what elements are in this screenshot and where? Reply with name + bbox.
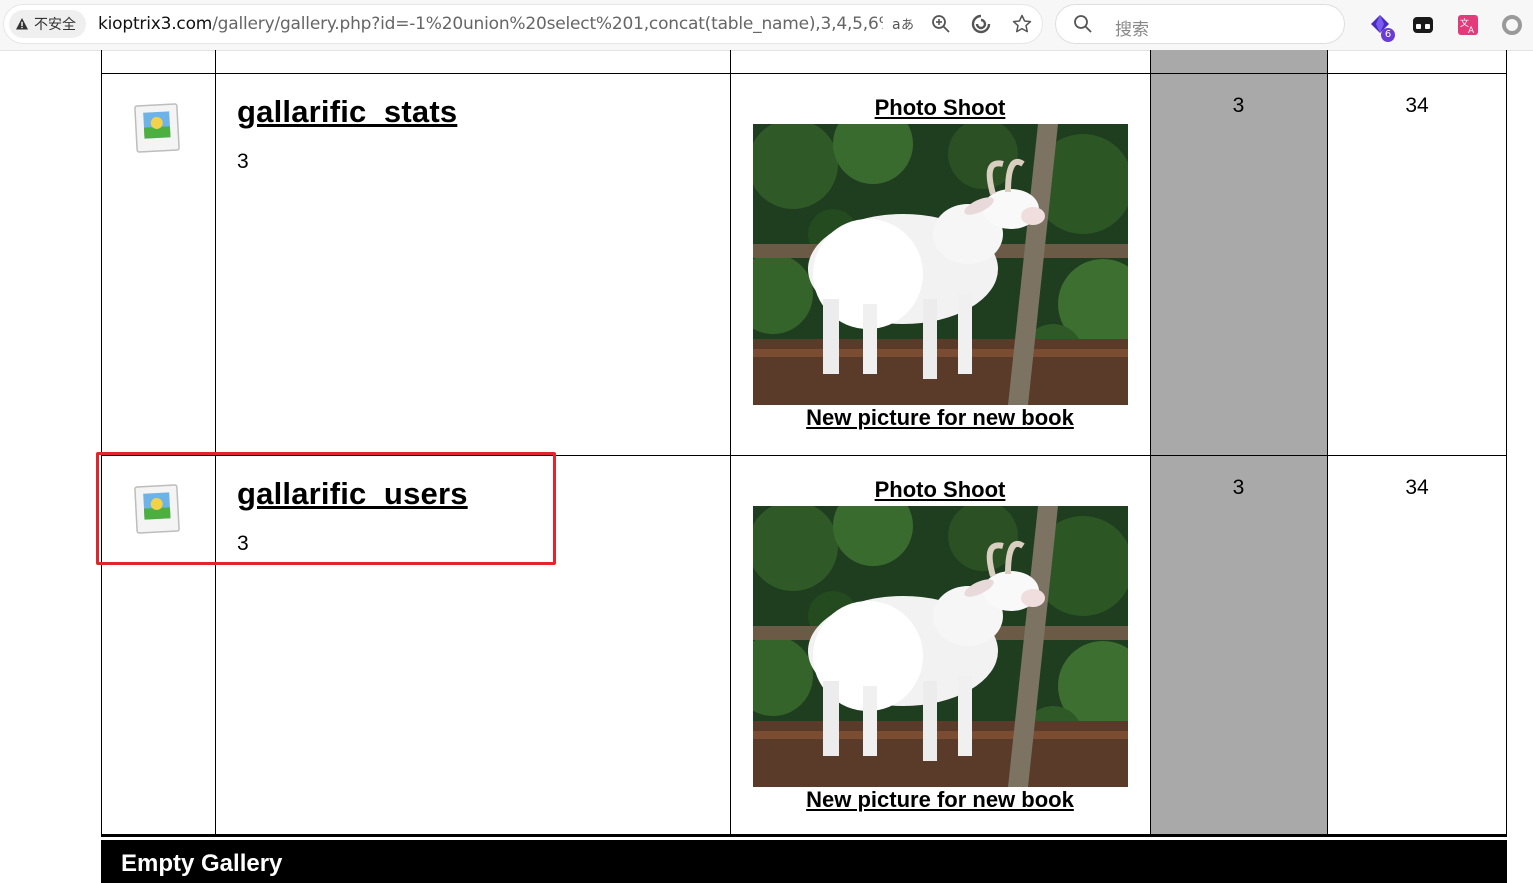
- table-border: [1327, 50, 1328, 837]
- translate-extension-icon[interactable]: 文A: [1456, 13, 1480, 37]
- album-link[interactable]: Photo Shoot: [730, 95, 1150, 121]
- table-border: [215, 50, 216, 837]
- image-placeholder-icon[interactable]: [133, 102, 181, 154]
- search-input[interactable]: 搜索: [1055, 4, 1345, 44]
- refresh-site-icon[interactable]: [970, 13, 992, 35]
- svg-text:A: A: [1468, 26, 1475, 36]
- svg-text:あ: あ: [901, 18, 913, 33]
- row-value-cell: 3: [1232, 94, 1245, 117]
- security-label: 不安全: [34, 17, 76, 33]
- url-host: kioptrix3.com: [98, 14, 213, 34]
- url-text[interactable]: kioptrix3.com/gallery/gallery.php?id=-1%…: [98, 14, 883, 34]
- security-indicator[interactable]: 不安全: [9, 10, 86, 38]
- warning-icon: [16, 18, 28, 30]
- favorite-star-icon[interactable]: [1011, 13, 1033, 35]
- table-border: [1506, 50, 1507, 837]
- row-count: 3: [237, 150, 249, 173]
- address-bar[interactable]: 不安全 kioptrix3.com/gallery/gallery.php?id…: [3, 4, 1043, 44]
- table-name-link[interactable]: gallarific_stats: [237, 94, 457, 130]
- read-aloud-icon[interactable]: aあ: [891, 13, 913, 35]
- url-path: /gallery/gallery.php?id=-1%20union%20sel…: [212, 14, 883, 34]
- gallery-title[interactable]: Empty Gallery: [121, 850, 282, 878]
- row-value-cell: 3: [1232, 476, 1245, 499]
- goat-photo[interactable]: [753, 124, 1128, 405]
- table-border: [1150, 50, 1151, 837]
- extension-badge: 6: [1381, 28, 1395, 42]
- caption-link[interactable]: New picture for new book: [730, 787, 1150, 813]
- search-placeholder: 搜索: [1115, 20, 1149, 40]
- extension-glasses-icon[interactable]: [1411, 13, 1435, 37]
- svg-text:a: a: [892, 17, 901, 33]
- gray-column: [1150, 50, 1327, 837]
- search-icon: [1074, 15, 1092, 33]
- goat-photo[interactable]: [753, 506, 1128, 787]
- red-highlight-box: [96, 452, 556, 565]
- table-border: [101, 73, 1507, 74]
- row-value-cell: 34: [1405, 94, 1429, 117]
- extension-circle-icon[interactable]: [1500, 13, 1524, 37]
- table-border: [101, 50, 102, 837]
- zoom-icon[interactable]: [930, 13, 952, 35]
- album-link[interactable]: Photo Shoot: [730, 477, 1150, 503]
- gallery-header-bar: Empty Gallery: [101, 837, 1507, 883]
- caption-link[interactable]: New picture for new book: [730, 405, 1150, 431]
- table-border: [730, 50, 731, 837]
- browser-toolbar: 不安全 kioptrix3.com/gallery/gallery.php?id…: [0, 0, 1533, 51]
- row-value-cell: 34: [1405, 476, 1429, 499]
